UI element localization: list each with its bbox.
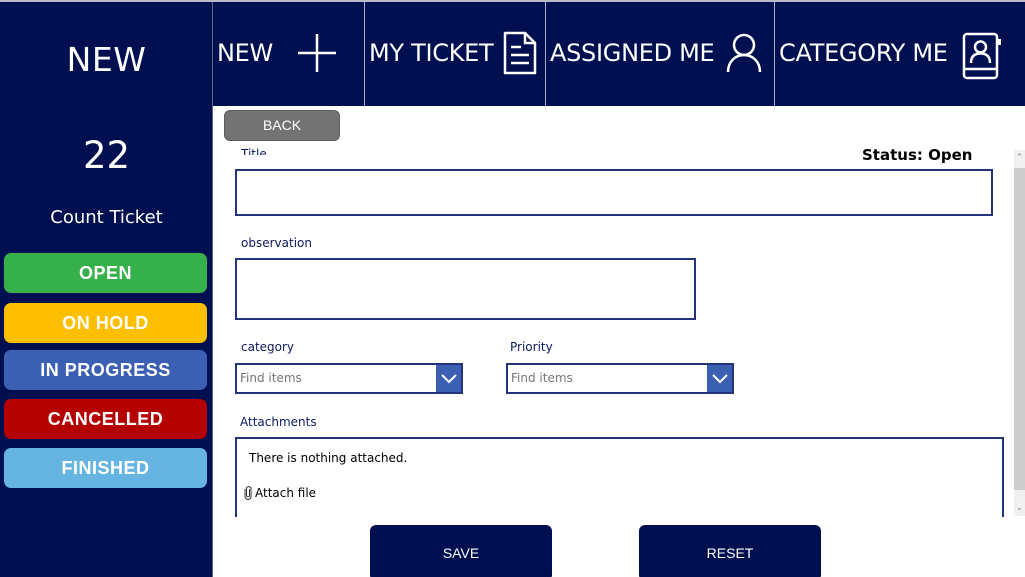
- nav-assigned-me[interactable]: ASSIGNED ME: [546, 0, 775, 106]
- ticket-count: 22: [82, 134, 131, 177]
- status-finished-button[interactable]: FINISHED: [4, 448, 207, 488]
- paperclip-icon: [244, 486, 252, 500]
- status-in-progress-button[interactable]: IN PROGRESS: [4, 350, 207, 390]
- priority-placeholder: Find items: [511, 371, 573, 385]
- scroll-up-arrow-icon[interactable]: ⌃: [1014, 150, 1025, 166]
- attachments-label: Attachments: [240, 415, 317, 429]
- window-top-border: [0, 0, 1025, 2]
- title-label: Title: [241, 147, 267, 155]
- ticket-count-label: Count Ticket: [50, 207, 163, 228]
- chevron-down-icon[interactable]: [707, 365, 732, 392]
- form-scrollbar[interactable]: ⌃ ⌄: [1014, 150, 1025, 516]
- top-nav: NEW MY TICKET ASSIGNED ME CATEGORY ME: [213, 0, 1025, 106]
- save-button[interactable]: SAVE: [370, 525, 552, 577]
- nav-category-me[interactable]: CATEGORY ME: [775, 0, 1025, 106]
- status-open-button[interactable]: OPEN: [4, 253, 207, 293]
- back-button[interactable]: BACK: [224, 110, 340, 141]
- reset-button[interactable]: RESET: [639, 525, 821, 577]
- contact-book-icon: [962, 32, 1001, 80]
- nav-category-me-label: CATEGORY ME: [779, 39, 948, 67]
- scroll-down-arrow-icon[interactable]: ⌄: [1014, 500, 1025, 516]
- scroll-thumb[interactable]: [1014, 168, 1025, 490]
- nav-my-ticket[interactable]: MY TICKET: [365, 0, 546, 106]
- status-cancelled-button[interactable]: CANCELLED: [4, 399, 207, 439]
- nav-new[interactable]: NEW: [213, 0, 365, 106]
- priority-label: Priority: [510, 340, 553, 354]
- observation-input[interactable]: [235, 258, 696, 320]
- status-text: Status: Open: [862, 146, 973, 164]
- category-label: category: [241, 340, 295, 354]
- document-icon: [503, 31, 537, 75]
- attach-file-label: Attach file: [255, 485, 317, 500]
- sidebar-title: NEW: [66, 40, 147, 79]
- chevron-down-icon[interactable]: [436, 365, 461, 392]
- nav-my-ticket-label: MY TICKET: [369, 39, 494, 67]
- person-icon: [726, 33, 762, 73]
- category-dropdown[interactable]: Find items: [235, 363, 463, 394]
- attachments-box: There is nothing attached. Attach file: [235, 437, 1004, 517]
- status-on-hold-button[interactable]: ON HOLD: [4, 303, 207, 343]
- attach-file-link[interactable]: Attach file: [244, 485, 316, 500]
- priority-dropdown[interactable]: Find items: [506, 363, 734, 394]
- sidebar: NEW 22 Count Ticket OPEN ON HOLD IN PROG…: [0, 0, 213, 577]
- observation-label: observation: [241, 236, 312, 250]
- category-placeholder: Find items: [240, 371, 302, 385]
- title-input[interactable]: [235, 169, 993, 216]
- nav-assigned-me-label: ASSIGNED ME: [550, 39, 715, 67]
- attachments-empty-text: There is nothing attached.: [249, 451, 408, 465]
- plus-icon: [298, 34, 336, 72]
- nav-new-label: NEW: [217, 39, 273, 67]
